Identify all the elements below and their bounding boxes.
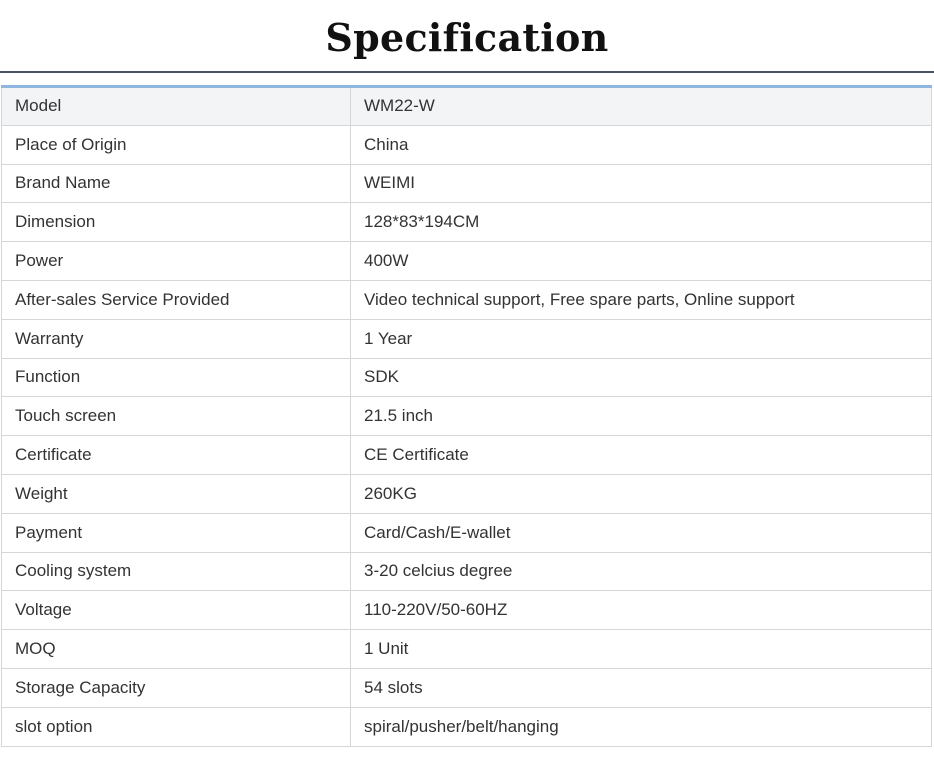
- spec-label: Certificate: [1, 435, 351, 475]
- spec-label: Function: [1, 357, 351, 398]
- spec-label: Place of Origin: [1, 124, 351, 165]
- table-row: Warranty 1 Year: [1, 318, 932, 359]
- spec-value: 1 Unit: [350, 629, 932, 669]
- spec-label: Brand Name: [1, 163, 351, 204]
- spec-value: 400W: [350, 241, 932, 281]
- spec-value: 54 slots: [350, 667, 932, 708]
- spec-value: Card/Cash/E-wallet: [350, 512, 932, 553]
- table-row: Place of Origin China: [1, 124, 932, 165]
- spec-label: Weight: [1, 473, 351, 514]
- spec-label: Model: [1, 86, 351, 126]
- spec-label: MOQ: [1, 629, 351, 669]
- spec-label: Dimension: [1, 202, 351, 243]
- spec-value: 128*83*194CM: [350, 202, 932, 243]
- spec-label: Cooling system: [1, 551, 351, 592]
- spec-label: Storage Capacity: [1, 667, 351, 708]
- spec-label: slot option: [1, 706, 351, 747]
- table-row: slot option spiral/pusher/belt/hanging: [1, 706, 932, 747]
- spec-value: 260KG: [350, 473, 932, 514]
- table-row: Certificate CE Certificate: [1, 435, 932, 475]
- spec-value: Video technical support, Free spare part…: [350, 279, 932, 320]
- table-row: Function SDK: [1, 357, 932, 398]
- spec-value: China: [350, 124, 932, 165]
- table-row: MOQ 1 Unit: [1, 629, 932, 669]
- table-row: Voltage 110-220V/50-60HZ: [1, 590, 932, 631]
- spec-value: CE Certificate: [350, 435, 932, 475]
- spec-value: 21.5 inch: [350, 396, 932, 437]
- table-row: Model WM22-W: [1, 86, 932, 126]
- spec-label: Payment: [1, 512, 351, 553]
- spec-label: Power: [1, 241, 351, 281]
- spec-value: 110-220V/50-60HZ: [350, 590, 932, 631]
- specification-table-body: Model WM22-W Place of Origin China Brand Nam…: [1, 86, 932, 747]
- header: Specification: [0, 0, 934, 73]
- table-row: Power 400W: [1, 241, 932, 281]
- specification-table: Model WM22-W Place of Origin China Brand Nam…: [1, 85, 932, 747]
- table-row: Cooling system 3-20 celcius degree: [1, 551, 932, 592]
- table-row: After-sales Service Provided Video techni…: [1, 279, 932, 320]
- spec-label: Touch screen: [1, 396, 351, 437]
- table-row: Storage Capacity 54 slots: [1, 667, 932, 708]
- spec-value: 3-20 celcius degree: [350, 551, 932, 592]
- spec-value: WEIMI: [350, 163, 932, 204]
- page-title: Specification: [325, 15, 609, 60]
- table-row: Payment Card/Cash/E-wallet: [1, 512, 932, 553]
- spec-value: SDK: [350, 357, 932, 398]
- spec-value: 1 Year: [350, 318, 932, 359]
- spec-label: After-sales Service Provided: [1, 279, 351, 320]
- table-row: Dimension 128*83*194CM: [1, 202, 932, 243]
- table-row: Weight 260KG: [1, 473, 932, 514]
- table-row: Touch screen 21.5 inch: [1, 396, 932, 437]
- spec-label: Voltage: [1, 590, 351, 631]
- spec-label: Warranty: [1, 318, 351, 359]
- spec-value: WM22-W: [350, 86, 932, 126]
- table-row: Brand Name WEIMI: [1, 163, 932, 204]
- spec-value: spiral/pusher/belt/hanging: [350, 706, 932, 747]
